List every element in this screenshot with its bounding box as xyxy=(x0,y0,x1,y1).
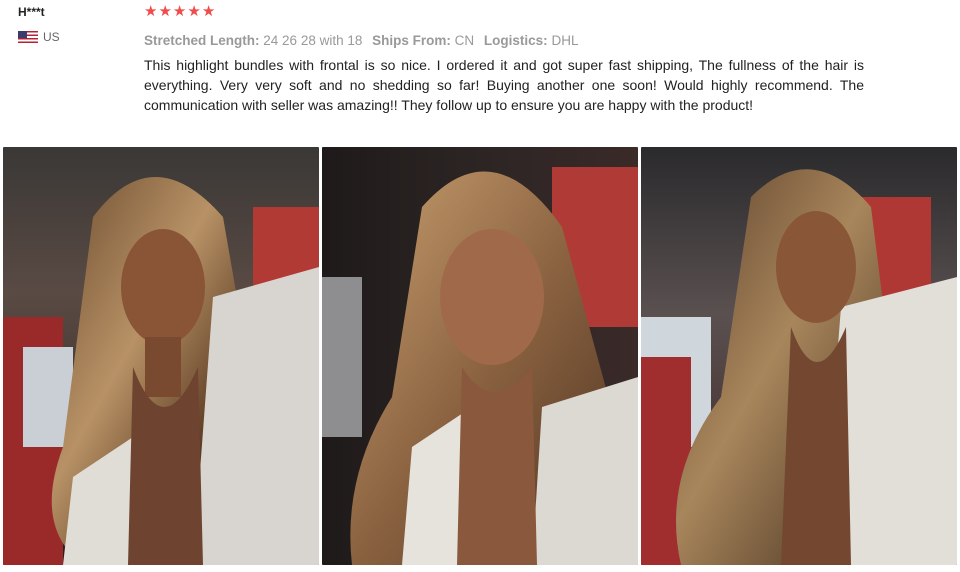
meta-key-logistics: Logistics: xyxy=(483,33,548,48)
meta-value-length: 24 26 28 with 18 xyxy=(263,33,363,48)
us-flag-icon xyxy=(18,31,38,43)
star-icon: ★ xyxy=(158,3,172,20)
reviewer-country: US xyxy=(18,30,128,44)
review-text: This highlight bundles with frontal is s… xyxy=(144,57,864,113)
star-icon: ★ xyxy=(201,3,216,20)
star-icon: ★ xyxy=(172,3,187,20)
review-photo-1[interactable] xyxy=(3,147,319,565)
meta-value-logistics: DHL xyxy=(551,33,579,48)
meta-value-ships-from: CN xyxy=(454,33,475,48)
reviewer-name: H***t xyxy=(18,5,45,19)
review-body: ★ ★ ★ ★ ★ Stretched Length: 24 26 28 wit… xyxy=(144,3,864,115)
review-photo-3[interactable] xyxy=(641,147,957,565)
country-code: US xyxy=(43,30,60,44)
reviewer-info: H***t US xyxy=(18,4,128,44)
review-photo-2[interactable] xyxy=(322,147,638,565)
star-icon: ★ xyxy=(187,3,201,20)
star-icon: ★ xyxy=(144,3,158,20)
review-photos xyxy=(3,147,957,565)
review-meta: Stretched Length: 24 26 28 with 18 Ships… xyxy=(144,32,864,50)
meta-key-ships-from: Ships From: xyxy=(372,33,451,48)
star-rating: ★ ★ ★ ★ ★ xyxy=(144,3,864,21)
meta-key-length: Stretched Length: xyxy=(144,33,260,48)
